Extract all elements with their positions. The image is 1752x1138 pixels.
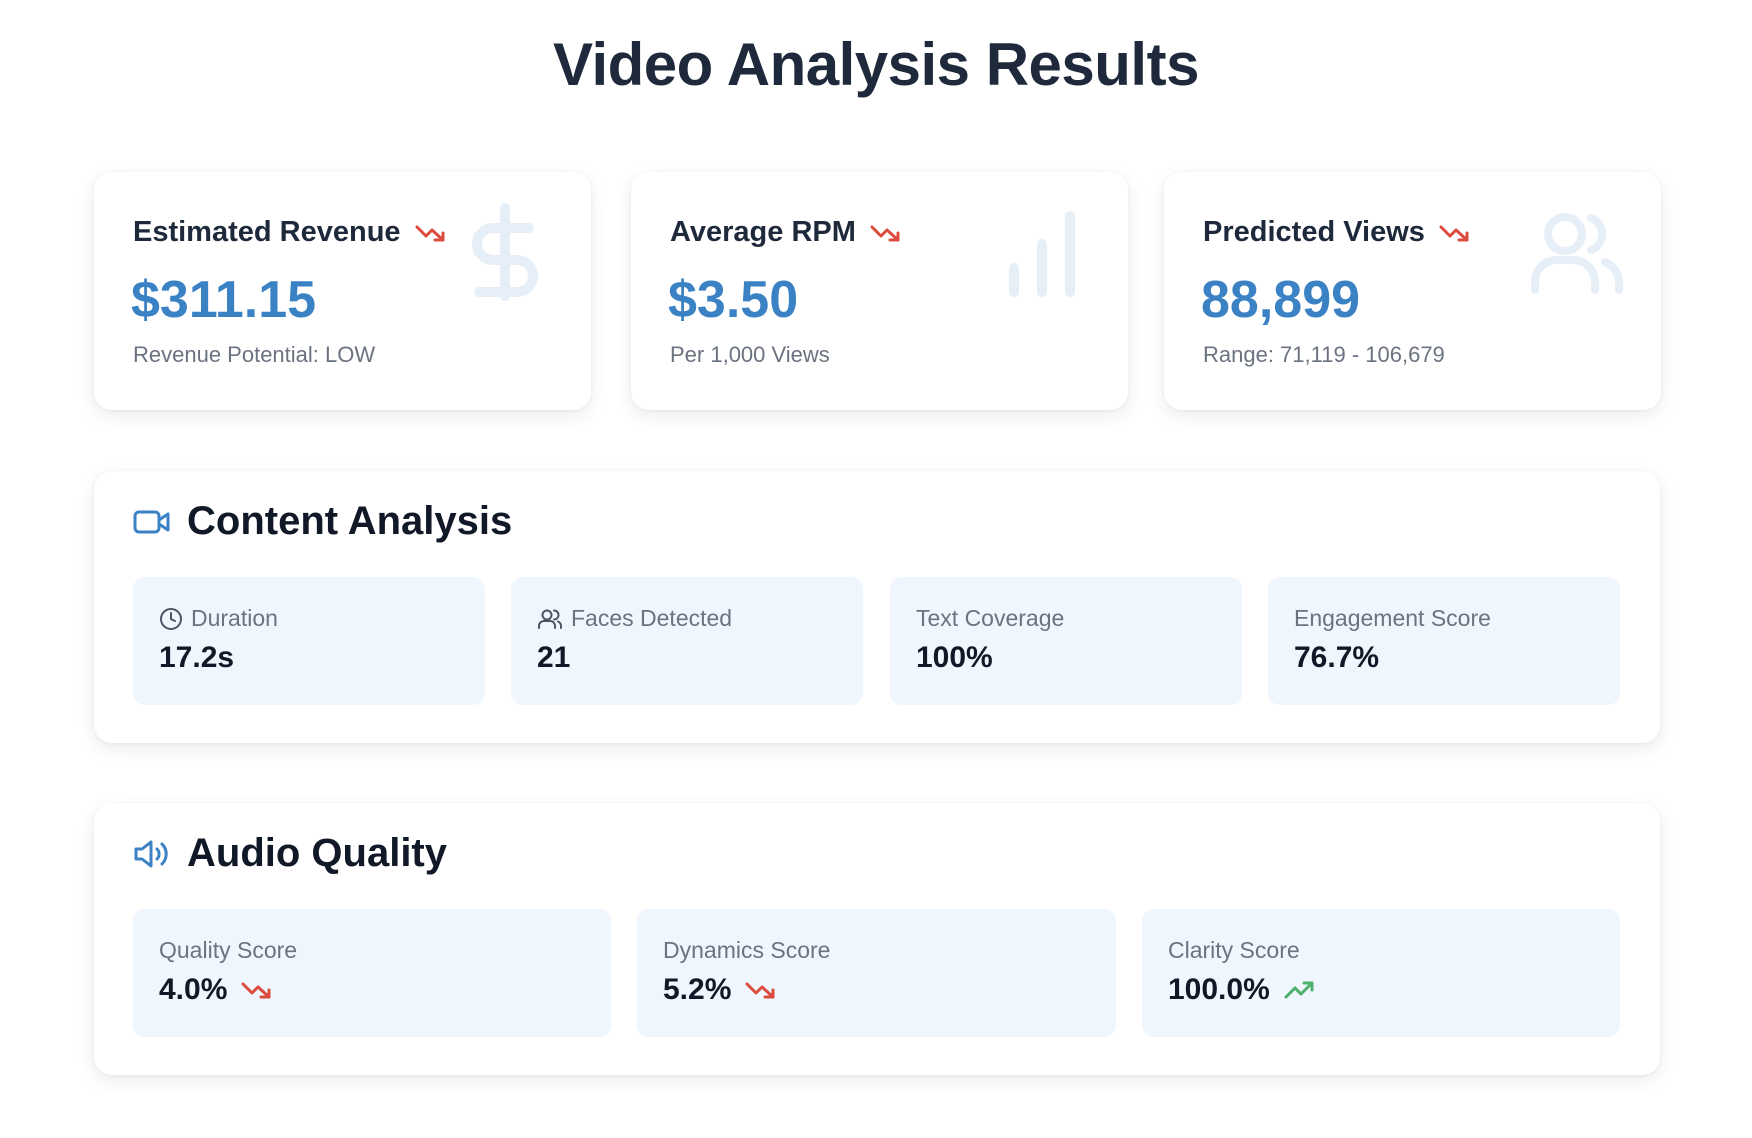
section-header: Audio Quality xyxy=(133,831,447,876)
tile-value-text: 100.0% xyxy=(1168,973,1270,1006)
duration-tile: Duration 17.2s xyxy=(133,577,485,705)
tile-label: Quality Score xyxy=(159,937,297,964)
engagement-score-tile: Engagement Score 76.7% xyxy=(1268,577,1620,705)
tile-value: 76.7% xyxy=(1294,641,1380,674)
tile-value-text: 4.0% xyxy=(159,973,228,1006)
section-title: Content Analysis xyxy=(187,499,513,543)
tile-label: Clarity Score xyxy=(1168,937,1300,964)
tile-value: 100.0% xyxy=(1168,973,1316,1007)
audio-quality-section: Audio Quality Quality Score 4.0% Dynamic… xyxy=(94,803,1660,1075)
trend-down-icon xyxy=(241,982,271,999)
stat-value: $3.50 xyxy=(668,271,799,329)
stat-value: $311.15 xyxy=(131,271,317,329)
stat-label: Predicted Views xyxy=(1203,216,1425,248)
tile-label-text: Clarity Score xyxy=(1168,937,1300,963)
tile-label-text: Engagement Score xyxy=(1294,605,1491,631)
tile-value: 21 xyxy=(537,641,571,674)
tile-label: Dynamics Score xyxy=(663,937,830,964)
trend-down-icon xyxy=(870,225,900,241)
tile-label-text: Text Coverage xyxy=(916,605,1065,631)
trend-down-icon xyxy=(415,225,445,241)
page: Video Analysis Results Estimated Revenue… xyxy=(0,0,1752,1138)
faces-detected-tile: Faces Detected 21 xyxy=(511,577,863,705)
stat-label: Estimated Revenue xyxy=(133,216,401,248)
tile-label-text: Dynamics Score xyxy=(663,937,831,963)
dynamics-score-tile: Dynamics Score 5.2% xyxy=(637,909,1116,1037)
tile-value: 100% xyxy=(916,641,993,674)
tile-value: 17.2s xyxy=(159,641,235,674)
tile-label-text: Duration xyxy=(191,605,278,631)
tile-label: Faces Detected xyxy=(537,605,732,632)
users-icon xyxy=(538,609,562,629)
tile-value-text: 5.2% xyxy=(663,973,732,1006)
quality-score-tile: Quality Score 4.0% xyxy=(133,909,611,1037)
stat-value: 88,899 xyxy=(1201,271,1361,329)
page-title: Video Analysis Results xyxy=(553,31,1199,98)
trend-down-icon xyxy=(745,982,775,999)
stat-subtext: Revenue Potential: LOW xyxy=(133,342,376,367)
bar-chart-icon xyxy=(1009,211,1075,297)
tile-value: 4.0% xyxy=(159,973,273,1007)
tile-label-text: Faces Detected xyxy=(571,605,733,631)
predicted-views-card: Predicted Views 88,899 Range: 71,119 - 1… xyxy=(1164,172,1661,410)
average-rpm-card: Average RPM $3.50 Per 1,000 Views xyxy=(631,172,1128,410)
tile-label: Text Coverage xyxy=(916,605,1064,632)
text-coverage-tile: Text Coverage 100% xyxy=(890,577,1242,705)
section-header: Content Analysis xyxy=(133,499,512,544)
estimated-revenue-card: Estimated Revenue $311.15 Revenue Potent… xyxy=(94,172,591,410)
content-analysis-section: Content Analysis Duration 17.2s Faces De… xyxy=(94,471,1660,743)
stat-header: Average RPM xyxy=(670,216,902,249)
speaker-icon xyxy=(134,840,168,867)
stat-subtext: Range: 71,119 - 106,679 xyxy=(1203,342,1445,367)
tile-label: Duration xyxy=(159,605,278,632)
users-icon xyxy=(1531,213,1623,294)
tile-label: Engagement Score xyxy=(1294,605,1491,632)
trend-down-icon xyxy=(1439,225,1469,241)
clock-icon xyxy=(160,607,182,630)
stat-header: Predicted Views xyxy=(1203,216,1471,249)
clarity-score-tile: Clarity Score 100.0% xyxy=(1142,909,1620,1037)
stat-subtext: Per 1,000 Views xyxy=(670,342,830,367)
dollar-icon xyxy=(472,203,538,301)
stat-label: Average RPM xyxy=(670,216,856,248)
stat-header: Estimated Revenue xyxy=(133,216,447,249)
tile-value: 5.2% xyxy=(663,973,777,1007)
trend-up-icon xyxy=(1284,981,1314,999)
tile-label-text: Quality Score xyxy=(159,937,298,963)
video-camera-icon xyxy=(133,510,170,533)
section-title: Audio Quality xyxy=(187,831,447,875)
